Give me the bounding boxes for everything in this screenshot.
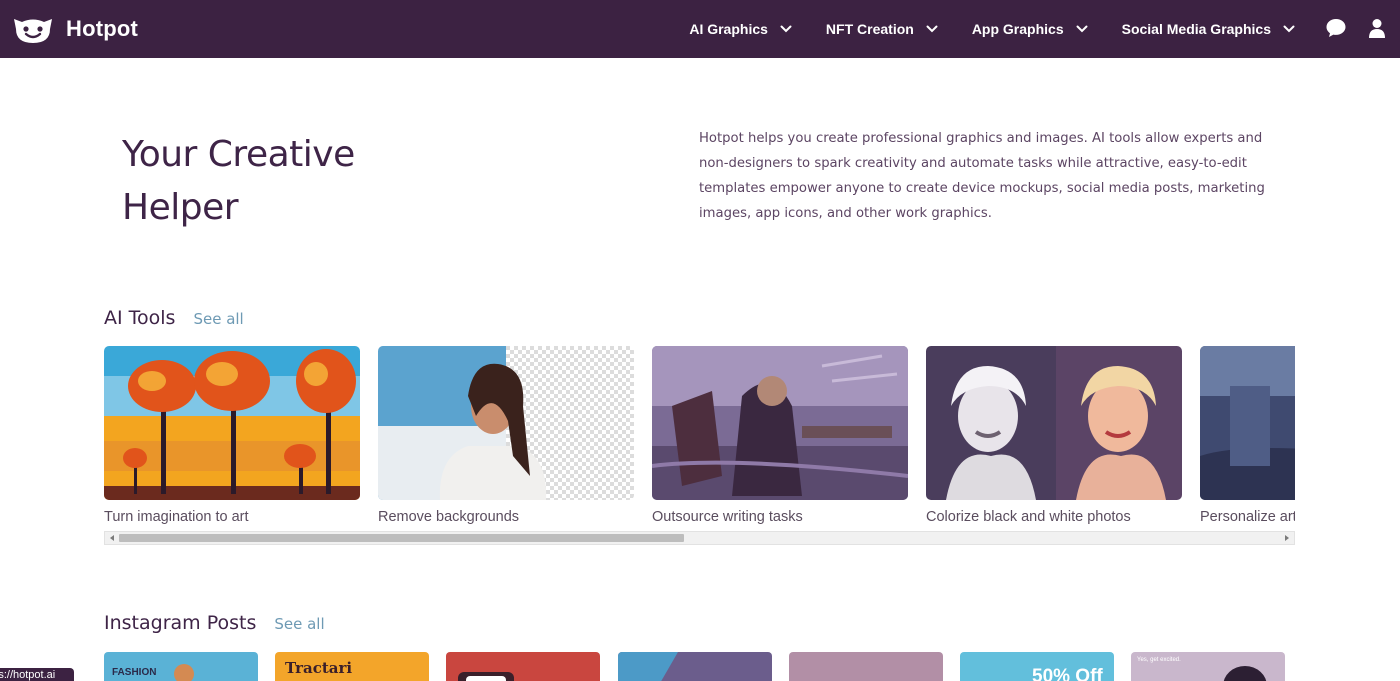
instagram-title: Instagram Posts [104, 612, 257, 634]
hero-title-line1: Your Creative [122, 134, 355, 175]
personalize-art-image [1200, 346, 1295, 500]
instagram-card-figure [174, 664, 194, 681]
chevron-down-icon [926, 25, 938, 33]
imagination-art-image [104, 346, 360, 500]
instagram-card[interactable] [618, 652, 772, 681]
tool-card-personalize[interactable]: Personalize art [1200, 346, 1295, 532]
menu-nft-creation[interactable]: NFT Creation [826, 21, 938, 37]
hero-title: Your Creative Helper [122, 128, 482, 234]
scrollbar-thumb[interactable] [119, 534, 684, 542]
tool-card-label: Turn imagination to art [104, 509, 249, 525]
ai-tools-see-all-link[interactable]: See all [193, 310, 243, 328]
instagram-card[interactable]: 50% Off [960, 652, 1114, 681]
instagram-see-all-link[interactable]: See all [274, 615, 324, 633]
instagram-card-text: FASHION [112, 667, 157, 678]
instagram-card-graphic [618, 652, 678, 681]
colorize-photo-image [926, 346, 1182, 500]
link-status-bar: https://hotpot.ai [0, 668, 74, 681]
remove-background-image [378, 346, 634, 500]
hotpot-logo-icon [14, 19, 52, 43]
menu-label: AI Graphics [689, 21, 768, 37]
chevron-down-icon [1076, 25, 1088, 33]
ai-tools-carousel: Turn imagination to art Remove backgroun… [104, 346, 1295, 532]
chat-icon[interactable] [1325, 17, 1347, 39]
tool-card-label: Colorize black and white photos [926, 509, 1131, 525]
tool-card-imagination[interactable]: Turn imagination to art [104, 346, 360, 532]
top-nav: Hotpot AI Graphics NFT Creation App Grap… [0, 0, 1400, 58]
ai-tools-scrollbar[interactable] [104, 531, 1295, 545]
ai-tools-header: AI Tools See all [104, 307, 244, 329]
instagram-card-figure [1223, 666, 1267, 681]
instagram-card-text: 50% Off [1032, 666, 1103, 681]
user-icon[interactable] [1366, 17, 1388, 39]
hero-title-line2: Helper [122, 187, 239, 228]
menu-label: App Graphics [971, 21, 1064, 37]
instagram-card-text: Tractari [285, 659, 353, 677]
brand-name: Hotpot [66, 16, 139, 41]
chevron-down-icon [780, 25, 792, 33]
scroll-left-arrow-icon[interactable] [110, 535, 114, 541]
brand-link[interactable]: Hotpot [12, 10, 138, 48]
instagram-card[interactable]: Tractari [275, 652, 429, 681]
tool-card-remove-backgrounds[interactable]: Remove backgrounds [378, 346, 634, 532]
menu-app-graphics[interactable]: App Graphics [972, 21, 1088, 37]
writing-art-image [652, 346, 908, 500]
menu-label: NFT Creation [825, 21, 914, 37]
ai-tools-title: AI Tools [104, 307, 176, 329]
instagram-card[interactable]: Yes, get excited. [1131, 652, 1285, 681]
tool-card-label: Personalize art [1200, 509, 1295, 525]
hero-description: Hotpot helps you create professional gra… [699, 131, 1265, 221]
instagram-card[interactable]: FASHION [104, 652, 258, 681]
instagram-card-graphic [466, 676, 506, 681]
instagram-header: Instagram Posts See all [104, 612, 325, 634]
status-url: https://hotpot.ai [0, 669, 56, 681]
tool-card-writing[interactable]: Outsource writing tasks [652, 346, 908, 532]
tool-card-label: Outsource writing tasks [652, 509, 803, 525]
menu-label: Social Media Graphics [1121, 21, 1271, 37]
tool-card-label: Remove backgrounds [378, 509, 520, 525]
main-menu: AI Graphics NFT Creation App Graphics So… [655, 0, 1295, 58]
instagram-card[interactable] [789, 652, 943, 681]
instagram-card-text: Yes, get excited. [1137, 657, 1181, 663]
instagram-card[interactable] [446, 652, 600, 681]
chevron-down-icon [1283, 25, 1295, 33]
menu-social-media-graphics[interactable]: Social Media Graphics [1122, 21, 1295, 37]
menu-ai-graphics[interactable]: AI Graphics [689, 21, 792, 37]
scroll-right-arrow-icon[interactable] [1285, 535, 1289, 541]
tool-card-colorize[interactable]: Colorize black and white photos [926, 346, 1182, 532]
